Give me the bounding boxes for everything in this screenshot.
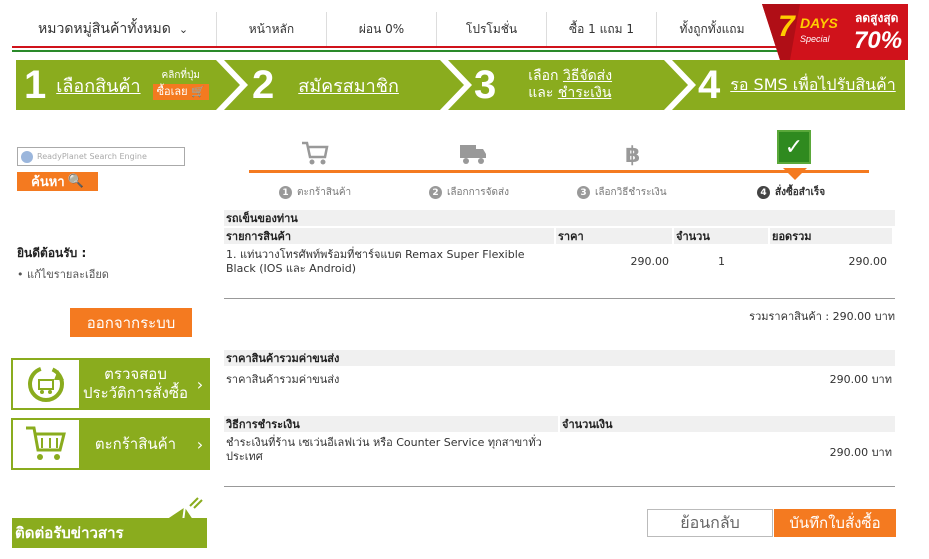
promo-badge[interactable]: 7 DAYS Special ลดสูงสุด 70% (760, 2, 910, 62)
divider (224, 298, 895, 299)
baht-icon: ฿ (625, 143, 640, 166)
step-4[interactable]: 4 รอ SMS เพื่อไปรับสินค้า (698, 60, 896, 110)
svg-text:฿: ฿ (625, 143, 640, 166)
search-button-label: ค้นหา (31, 175, 65, 190)
svg-text:ลดสูงสุด: ลดสูงสุด (855, 11, 899, 26)
step-3-label: เลือก วิธีจัดส่ง และ ชำระเงิน (528, 68, 613, 101)
cart-item-price: 290.00 (630, 255, 670, 268)
cart-subtotal: รวมราคาสินค้า : 290.00 บาท (749, 310, 895, 323)
newsletter-label: ติดต่อรับข่าวสาร (12, 518, 207, 548)
svg-text:Special: Special (800, 34, 831, 44)
divider (224, 486, 895, 487)
edit-profile-link[interactable]: • แก้ไขรายละเอียด (17, 265, 109, 283)
welcome-title: ยินดีต้อนรับ : (17, 246, 87, 260)
chevron-down-icon: ⌄ (178, 22, 189, 36)
cart-item-qty: 1 (718, 255, 725, 268)
payment-amount-header: จำนวนเงิน (560, 416, 895, 432)
search-input[interactable]: ReadyPlanet Search Engine (17, 147, 185, 166)
progress-line (249, 170, 869, 173)
step-1[interactable]: 1 เลือกสินค้า คลิกที่ปุ่ม ซื้อเลย 🛒 (24, 60, 209, 110)
nav-item-buy1get1[interactable]: ซื้อ 1 แถม 1 (547, 12, 657, 46)
step-3[interactable]: 3 เลือก วิธีจัดส่ง และ ชำระเงิน (474, 60, 612, 110)
shipping-value: 290.00 บาท (829, 373, 892, 386)
nav-item-promotion[interactable]: โปรโมชั่น (437, 12, 547, 46)
nav-stripes (12, 46, 782, 52)
step-3-number: 3 (474, 62, 497, 107)
truck-icon (460, 145, 486, 164)
search-placeholder: ReadyPlanet Search Engine (37, 152, 147, 161)
chevron-right-icon: › (196, 374, 204, 394)
readyplanet-icon (21, 150, 33, 163)
svg-text:70%: 70% (854, 27, 902, 54)
nav-item-installment[interactable]: ผ่อน 0% (327, 12, 437, 46)
step-4-number: 4 (698, 62, 721, 107)
search-button[interactable]: ค้นหา 🔍 (17, 172, 98, 191)
welcome-block: ยินดีต้อนรับ : • แก้ไขรายละเอียด (17, 244, 109, 283)
order-steps-banner: 1 เลือกสินค้า คลิกที่ปุ่ม ซื้อเลย 🛒 2 สม… (16, 60, 905, 110)
category-label: หมวดหมู่สินค้าทั้งหมด (38, 21, 171, 37)
payment-link[interactable]: ชำระเงิน (558, 85, 612, 101)
order-history-label: ตรวจสอบ ประวัติการสั่งซื้อ (82, 365, 189, 402)
nav-item-cheap-free[interactable]: ทั้งถูกทั้งแถม (657, 12, 767, 46)
logout-button[interactable]: ออกจากระบบ (70, 308, 192, 337)
search-icon: 🔍 (67, 174, 84, 189)
step-1-number: 1 (24, 62, 47, 107)
click-hint: คลิกที่ปุ่ม (161, 70, 200, 81)
payment-amount: 290.00 บาท (829, 446, 892, 459)
cart-title: รถเข็นของท่าน (224, 210, 895, 226)
cart-icon (13, 420, 79, 468)
category-dropdown[interactable]: หมวดหมู่สินค้าทั้งหมด ⌄ (12, 12, 217, 46)
col-total-header: ยอดรวม (770, 228, 892, 244)
refresh-cart-icon (13, 360, 79, 408)
step-2[interactable]: 2 สมัครสมาชิก (252, 60, 399, 110)
checkout-progress: ฿ ✓ 1 ตะกร้าสินค้า 2 เลือกการจัดส่ง 3 เลือก… (249, 128, 869, 204)
cart-item-name: 1. แท่นวางโทรศัพท์พร้อมที่ชาร์จแบต Remax… (226, 248, 525, 275)
step-1-label[interactable]: เลือกสินค้า (56, 71, 140, 100)
save-order-button[interactable]: บันทึกใบสั่งซื้อ (774, 509, 896, 537)
step-2-label[interactable]: สมัครสมาชิก (298, 71, 399, 100)
payment-method: ชำระเงินที่ร้าน เซเว่นอีเลฟเว่น หรือ Cou… (226, 436, 542, 463)
step-2-number: 2 (252, 62, 275, 107)
col-price-header: ราคา (556, 228, 672, 244)
svg-text:7: 7 (778, 10, 796, 43)
buy-now-hint: คลิกที่ปุ่ม ซื้อเลย 🛒 (152, 70, 209, 100)
top-nav: หมวดหมู่สินค้าทั้งหมด ⌄ หน้าหลัก ผ่อน 0%… (12, 12, 782, 52)
svg-text:DAYS: DAYS (800, 15, 839, 31)
newsletter-button[interactable]: ติดต่อรับข่าวสาร (12, 496, 207, 552)
back-button[interactable]: ย้อนกลับ (647, 509, 773, 537)
progress-step-success: 4 สั่งซื้อสำเร็จ (757, 185, 825, 200)
order-history-button[interactable]: ตรวจสอบ ประวัติการสั่งซื้อ › (11, 358, 210, 410)
nav-item-home[interactable]: หน้าหลัก (217, 12, 327, 46)
cart-button[interactable]: ตะกร้าสินค้า › (11, 418, 210, 470)
payment-method-header: วิธีการชำระเงิน (224, 416, 558, 432)
cart-icon (302, 141, 329, 165)
check-icon: ✓ (777, 130, 811, 164)
shipping-title: ราคาสินค้ารวมค่าขนส่ง (224, 350, 895, 366)
progress-step-payment: 3 เลือกวิธีชำระเงิน (577, 185, 667, 200)
col-qty-header: จำนวน (674, 228, 768, 244)
shipping-label: ราคาสินค้ารวมค่าขนส่ง (226, 373, 340, 386)
progress-step-shipping: 2 เลือกการจัดส่ง (429, 185, 509, 200)
step-4-label[interactable]: รอ SMS เพื่อไปรับสินค้า (730, 73, 895, 98)
chevron-right-icon: › (196, 434, 204, 454)
progress-marker-icon (783, 168, 807, 180)
col-item-header: รายการสินค้า (224, 228, 554, 244)
promo-7days-graphic: 7 DAYS Special ลดสูงสุด 70% (762, 4, 908, 60)
shipping-method-link[interactable]: วิธีจัดส่ง (563, 68, 612, 84)
progress-step-cart: 1 ตะกร้าสินค้า (279, 185, 351, 200)
cart-label: ตะกร้าสินค้า (94, 434, 177, 453)
buy-now-badge: ซื้อเลย 🛒 (152, 84, 209, 100)
cart-item-total: 290.00 (848, 255, 888, 268)
